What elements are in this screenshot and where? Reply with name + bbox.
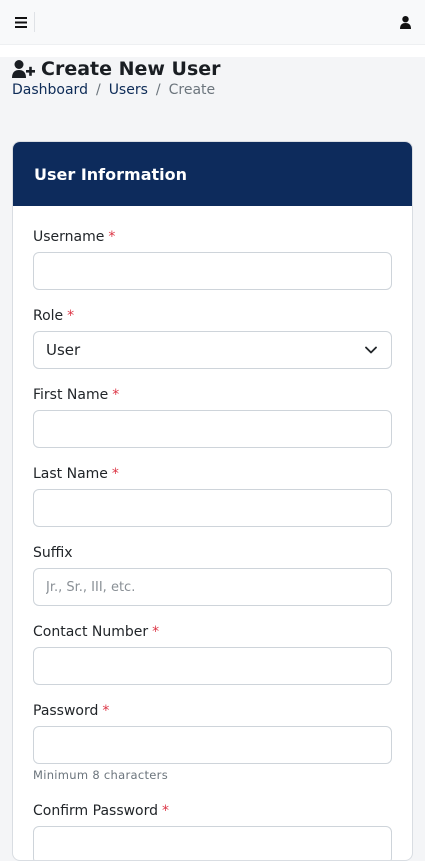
page-title: Create New User [12,58,221,80]
password-help-text: Minimum 8 characters [33,768,168,782]
role-label: Role * [33,308,74,324]
required-mark: * [102,703,110,719]
contact-number-input[interactable] [33,647,392,685]
top-navbar [0,0,425,45]
required-mark: * [67,308,75,324]
contact-number-label-text: Contact Number [33,624,149,640]
user-information-card: User Information Username * Role * User Fi… [12,141,413,861]
breadcrumb-dashboard-link[interactable]: Dashboard [12,82,88,98]
chevron-down-icon [365,346,377,354]
contact-number-label: Contact Number * [33,624,159,640]
last-name-input[interactable] [33,489,392,527]
page-header-band [0,45,425,57]
required-mark: * [112,387,120,403]
page-title-text: Create New User [41,58,221,80]
last-name-label: Last Name * [33,466,119,482]
required-mark: * [111,466,119,482]
required-mark: * [162,803,170,819]
hamburger-menu-icon [15,16,27,28]
username-label-text: Username [33,229,105,245]
role-selected-value: User [46,341,81,359]
breadcrumb-separator: / [95,82,101,98]
card-title: User Information [34,164,187,184]
breadcrumb: Dashboard / Users / Create [12,81,215,99]
user-menu-button[interactable] [397,13,413,31]
role-select[interactable]: User [33,331,392,369]
last-name-label-text: Last Name [33,466,108,482]
first-name-input[interactable] [33,410,392,448]
sidebar-toggle-button[interactable] [8,11,34,33]
navbar-divider [34,12,35,32]
user-icon [399,15,411,29]
username-label: Username * [33,229,115,245]
required-mark: * [108,229,116,245]
first-name-label: First Name * [33,387,119,403]
breadcrumb-separator: / [155,82,161,98]
confirm-password-label: Confirm Password * [33,803,169,819]
suffix-label: Suffix [33,545,73,561]
first-name-label-text: First Name [33,387,109,403]
suffix-label-text: Suffix [33,545,73,561]
user-plus-icon [12,60,35,78]
confirm-password-input[interactable] [33,826,392,860]
breadcrumb-current: Create [168,82,216,98]
password-input[interactable] [33,726,392,764]
role-label-text: Role [33,308,64,324]
breadcrumb-users-link[interactable]: Users [109,82,148,98]
card-header: User Information [13,142,412,206]
required-mark: * [152,624,160,640]
password-label-text: Password [33,703,99,719]
suffix-input[interactable] [33,568,392,606]
confirm-password-label-text: Confirm Password [33,803,159,819]
username-input[interactable] [33,252,392,290]
password-label: Password * [33,703,109,719]
